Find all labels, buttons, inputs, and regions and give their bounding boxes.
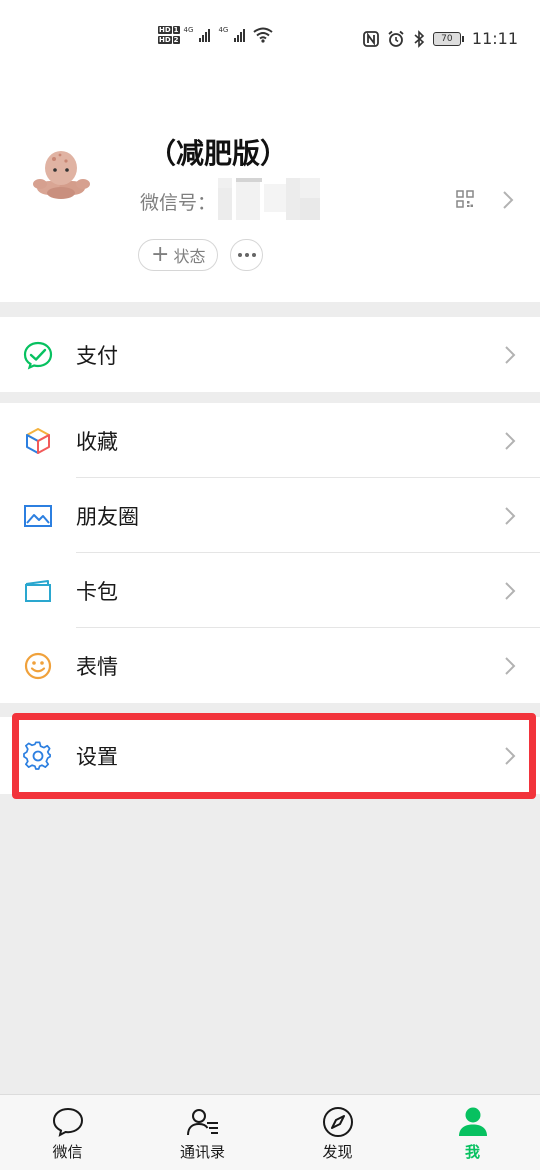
tab-label: 我 <box>464 1143 480 1161</box>
compass-icon <box>322 1107 353 1137</box>
tab-me[interactable]: 我 <box>405 1095 540 1170</box>
network-type-label: 4G <box>183 26 194 34</box>
menu-item-label: 收藏 <box>76 429 118 454</box>
alarm-icon <box>388 30 404 47</box>
tab-chats[interactable]: 微信 <box>0 1095 135 1170</box>
tab-contacts[interactable]: 通讯录 <box>135 1095 270 1170</box>
picture-moments-icon <box>24 504 52 527</box>
menu-item-settings[interactable]: 设置 <box>0 717 540 794</box>
chevron-right-icon <box>503 191 514 209</box>
sim-slot-badge: 2 <box>172 36 180 44</box>
battery-level: 70 <box>432 31 461 46</box>
cell-signal-icon <box>234 28 246 42</box>
gear-settings-icon <box>23 741 51 770</box>
plus-icon: + <box>151 242 170 267</box>
add-status-label: 状态 <box>173 247 206 266</box>
network-type-label: 4G <box>218 26 229 34</box>
add-status-button[interactable]: + 状态 <box>138 239 219 271</box>
chevron-right-icon <box>505 581 516 600</box>
chevron-right-icon <box>505 746 516 765</box>
more-dots-icon <box>237 253 256 257</box>
bottom-tab-bar: 微信 通讯录 发现 我 <box>0 1094 540 1170</box>
chat-bubble-icon <box>52 1107 83 1137</box>
menu-item-favorites[interactable]: 收藏 <box>0 403 540 478</box>
avatar[interactable] <box>28 140 94 206</box>
wallet-pay-icon <box>23 341 53 369</box>
hd-badge: HD <box>158 26 172 34</box>
chevron-right-icon <box>505 656 516 675</box>
hd-badge: HD <box>158 36 172 44</box>
menu-item-label: 表情 <box>76 654 118 679</box>
smiley-face-icon <box>24 652 52 679</box>
menu-item-label: 卡包 <box>76 579 118 604</box>
cube-favorites-icon <box>26 427 50 454</box>
wechat-id-label: 微信号： <box>140 192 217 214</box>
battery-icon: 70 <box>432 31 464 46</box>
chevron-right-icon <box>505 345 516 364</box>
wifi-icon <box>253 27 273 43</box>
card-wallet-icon <box>25 579 51 602</box>
chevron-right-icon <box>505 506 516 525</box>
status-bar: HD 1 HD 2 4G 4G 70 11:11 <box>0 0 540 80</box>
signal-indicators: HD 1 HD 2 4G 4G <box>158 26 273 44</box>
sim-slot-badge: 1 <box>172 26 180 34</box>
pay-group: 支付 <box>0 317 540 392</box>
tab-label: 微信 <box>52 1143 83 1161</box>
menu-item-moments[interactable]: 朋友圈 <box>0 478 540 553</box>
contacts-person-icon <box>186 1109 218 1136</box>
clock: 11:11 <box>471 29 518 48</box>
main-menu-group: 收藏 朋友圈 卡包 表情 <box>0 403 540 703</box>
bluetooth-icon <box>414 29 425 48</box>
octopus-plush-avatar-image <box>28 140 94 206</box>
menu-item-cards[interactable]: 卡包 <box>0 553 540 628</box>
tab-discover[interactable]: 发现 <box>270 1095 405 1170</box>
menu-item-label: 设置 <box>76 744 118 769</box>
menu-item-pay[interactable]: 支付 <box>0 317 540 392</box>
person-icon <box>458 1107 487 1136</box>
system-indicators: 70 11:11 <box>362 29 518 48</box>
settings-group: 设置 <box>0 717 540 794</box>
qr-code-icon[interactable] <box>456 190 474 208</box>
more-status-button[interactable] <box>230 239 263 271</box>
nickname: （减肥版） <box>148 137 289 170</box>
menu-item-label: 朋友圈 <box>76 504 139 529</box>
menu-item-stickers[interactable]: 表情 <box>0 628 540 703</box>
cell-signal-icon <box>199 28 211 42</box>
chevron-right-icon <box>505 431 516 450</box>
menu-item-label: 支付 <box>76 343 118 368</box>
nfc-icon <box>362 30 379 47</box>
tab-label: 通讯录 <box>179 1143 225 1161</box>
wechat-id-redacted <box>214 178 320 220</box>
tab-label: 发现 <box>322 1143 353 1161</box>
profile-header[interactable]: （减肥版） 微信号： + 状态 <box>0 80 540 302</box>
